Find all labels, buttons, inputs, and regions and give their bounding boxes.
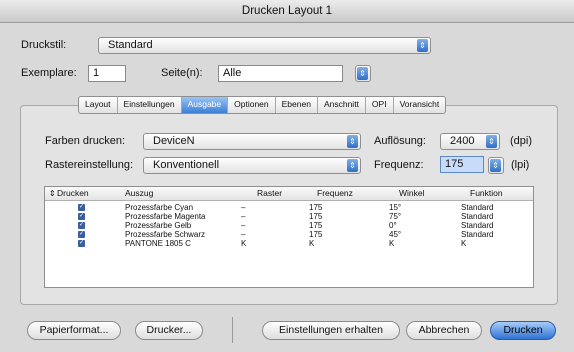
sort-icon: ⇕ — [49, 189, 56, 198]
up-down-arrows-icon: ⇕ — [347, 159, 358, 172]
row-funktion: Standard — [461, 221, 494, 230]
tab-voransicht[interactable]: Voransicht — [394, 97, 446, 113]
table-row[interactable]: ✓ Prozessfarbe Schwarz – 175 45° Standar… — [45, 231, 533, 239]
up-down-arrows-icon: ⇕ — [357, 67, 368, 80]
drucken-button[interactable]: Drucken — [490, 321, 556, 340]
row-funktion: Standard — [461, 212, 494, 221]
header-frequenz[interactable]: Frequenz — [317, 187, 353, 200]
farben-label: Farben drucken: — [45, 135, 126, 147]
frequenz-popup[interactable]: ⇕ — [488, 157, 504, 174]
row-winkel: 75° — [389, 212, 402, 221]
checkmark-icon[interactable]: ✓ — [78, 240, 85, 247]
table-header: Drucken Auszug Raster Frequenz Winkel Fu… — [45, 187, 533, 201]
window-title: Drucken Layout 1 — [0, 0, 574, 23]
frequenz-field[interactable]: 175 — [440, 156, 484, 173]
row-auszug: Prozessfarbe Gelb — [125, 221, 192, 230]
tab-ebenen[interactable]: Ebenen — [276, 97, 318, 113]
raster-label: Rastereinstellung: — [45, 159, 134, 171]
seiten-field[interactable]: Alle — [218, 65, 343, 82]
button-separator — [232, 317, 233, 343]
tab-layout[interactable]: Layout — [79, 97, 118, 113]
seiten-popup[interactable]: ⇕ — [355, 65, 371, 82]
table-row[interactable]: ✓ Prozessfarbe Magenta – 175 75° Standar… — [45, 213, 533, 221]
raster-value: Konventionell — [153, 159, 220, 171]
table-row[interactable]: ✓ Prozessfarbe Gelb – 175 0° Standard — [45, 222, 533, 230]
header-auszug[interactable]: Auszug — [125, 187, 153, 200]
row-winkel: 45° — [389, 230, 402, 239]
seiten-label: Seite(n): — [161, 67, 203, 79]
up-down-arrows-icon: ⇕ — [347, 135, 358, 148]
tab-opi[interactable]: OPI — [366, 97, 394, 113]
farben-popup[interactable]: DeviceN ⇕ — [143, 133, 361, 150]
druckstil-value: Standard — [108, 39, 153, 51]
separations-table: Drucken Auszug Raster Frequenz Winkel Fu… — [44, 186, 534, 288]
tab-optionen[interactable]: Optionen — [228, 97, 276, 113]
drucker-button[interactable]: Drucker... — [135, 321, 203, 340]
up-down-arrows-icon: ⇕ — [490, 159, 501, 172]
up-down-arrows-icon: ⇕ — [417, 39, 428, 52]
row-frequenz: 175 — [309, 212, 323, 221]
row-auszug: Prozessfarbe Schwarz — [125, 230, 206, 239]
tab-anschnitt[interactable]: Anschnitt — [318, 97, 366, 113]
papierformat-button[interactable]: Papierformat... — [27, 321, 121, 340]
tab-ausgabe[interactable]: Ausgabe — [181, 97, 229, 113]
row-auszug: PANTONE 1805 C — [125, 239, 191, 248]
row-auszug: Prozessfarbe Magenta — [125, 212, 206, 221]
tab-bar: Layout Einstellungen Ausgabe Optionen Eb… — [78, 96, 447, 114]
row-funktion: Standard — [461, 230, 494, 239]
aufloesung-value: 2400 — [450, 135, 475, 147]
aufloesung-popup[interactable]: 2400 ⇕ — [440, 133, 500, 150]
aufloesung-label: Auflösung: — [374, 135, 426, 147]
table-row[interactable]: ✓ PANTONE 1805 C K K K K — [45, 240, 533, 248]
row-winkel: K — [389, 239, 395, 248]
row-frequenz: 175 — [309, 230, 323, 239]
tab-einstellungen[interactable]: Einstellungen — [118, 97, 182, 113]
row-funktion: Standard — [461, 203, 494, 212]
header-raster[interactable]: Raster — [257, 187, 282, 200]
checkmark-icon[interactable]: ✓ — [78, 204, 85, 211]
row-raster: – — [241, 230, 246, 239]
frequenz-unit: (lpi) — [511, 159, 530, 171]
checkmark-icon[interactable]: ✓ — [78, 213, 85, 220]
druckstil-popup[interactable]: Standard ⇕ — [98, 37, 431, 54]
row-raster: – — [241, 221, 246, 230]
exemplare-field[interactable]: 1 — [88, 65, 126, 82]
abbrechen-button[interactable]: Abbrechen — [406, 321, 482, 340]
table-row[interactable]: ✓ Prozessfarbe Cyan – 175 15° Standard — [45, 204, 533, 212]
row-winkel: 15° — [389, 203, 402, 212]
checkmark-icon[interactable]: ✓ — [78, 222, 85, 229]
up-down-arrows-icon: ⇕ — [486, 135, 497, 148]
exemplare-label: Exemplare: — [21, 67, 77, 79]
row-raster: K — [241, 239, 247, 248]
header-drucken[interactable]: Drucken — [57, 187, 89, 200]
row-frequenz: K — [309, 239, 315, 248]
header-funktion[interactable]: Funktion — [470, 187, 503, 200]
row-funktion: K — [461, 239, 467, 248]
checkmark-icon[interactable]: ✓ — [78, 231, 85, 238]
frequenz-label: Frequenz: — [374, 159, 424, 171]
row-raster: – — [241, 203, 246, 212]
row-auszug: Prozessfarbe Cyan — [125, 203, 194, 212]
raster-popup[interactable]: Konventionell ⇕ — [143, 157, 361, 174]
row-winkel: 0° — [389, 221, 397, 230]
row-frequenz: 175 — [309, 203, 323, 212]
row-frequenz: 175 — [309, 221, 323, 230]
row-raster: – — [241, 212, 246, 221]
druckstil-label: Druckstil: — [21, 39, 67, 51]
farben-value: DeviceN — [153, 135, 195, 147]
einstellungen-erhalten-button[interactable]: Einstellungen erhalten — [262, 321, 400, 340]
aufloesung-unit: (dpi) — [510, 135, 533, 147]
header-winkel[interactable]: Winkel — [399, 187, 425, 200]
